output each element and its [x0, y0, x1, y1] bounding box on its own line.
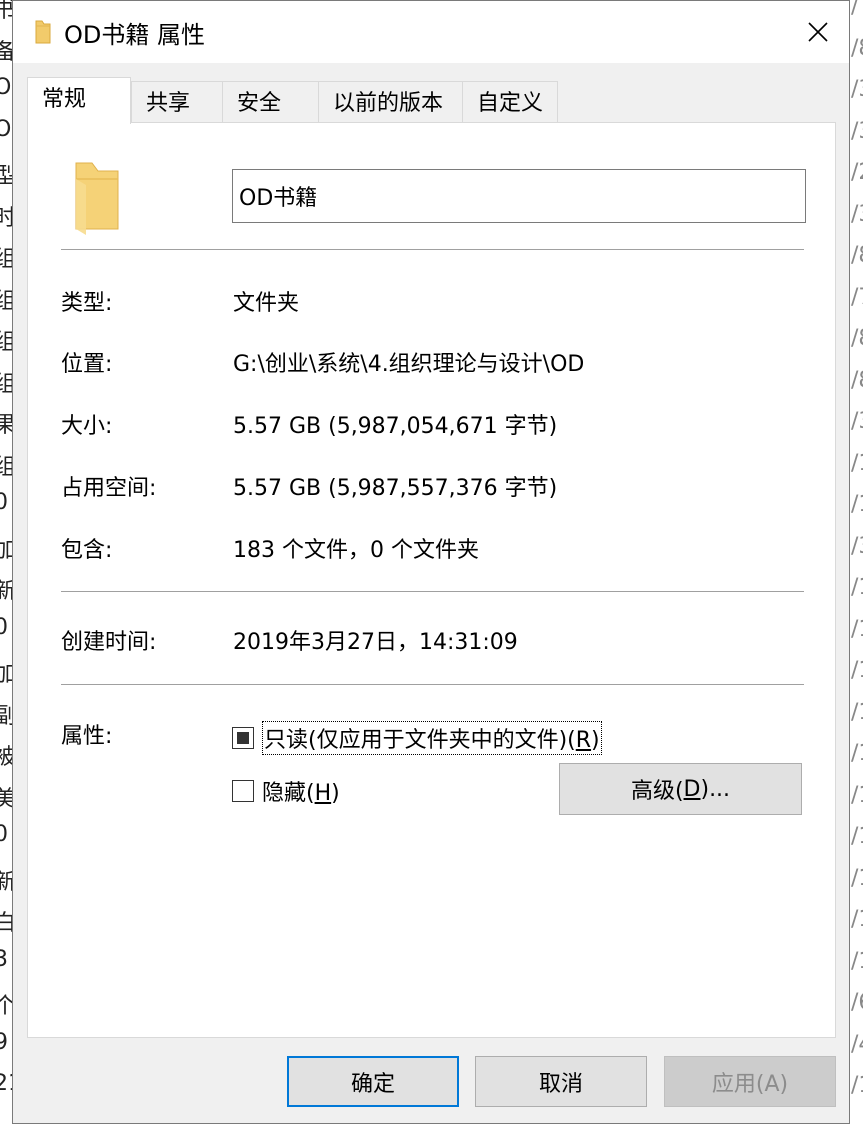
size-on-disk-label: 占用空间: — [61, 476, 157, 501]
folder-large-icon — [75, 162, 119, 235]
advanced-accesskey: D — [683, 776, 701, 802]
close-icon — [808, 22, 828, 42]
size-label: 大小: — [61, 414, 113, 439]
hidden-checkbox-row[interactable]: 隐藏(H) — [232, 775, 340, 807]
background-text-fragment: 0 — [0, 614, 8, 640]
background-text-fragment: /1 — [851, 699, 863, 725]
tab-label: 常规 — [42, 87, 87, 112]
size-on-disk-value: 5.57 GB (5,987,557,376 字节) — [233, 476, 558, 501]
properties-dialog: OD书籍 属性 常规 共享 安全 以前的版本 自定义 类型: 文件夹 位置: G… — [12, 0, 850, 1124]
created-label: 创建时间: — [61, 630, 157, 655]
background-text-fragment: /1 — [851, 1073, 863, 1098]
readonly-checkbox-row[interactable]: 只读(仅应用于文件夹中的文件)(R) — [232, 721, 602, 755]
background-text-fragment: /3 — [851, 77, 863, 102]
hidden-text: 隐藏( — [262, 781, 315, 806]
readonly-close: ) — [591, 728, 600, 753]
background-text-fragment: /1 — [851, 741, 863, 766]
separator — [61, 249, 804, 250]
background-text-fragment: /1 — [851, 824, 863, 849]
title-bar: OD书籍 属性 — [13, 1, 849, 63]
background-text-fragment: /1 — [851, 575, 863, 600]
background-text-fragment: /1 — [851, 492, 863, 517]
readonly-text: 只读(仅应用于文件夹中的文件)( — [264, 728, 576, 753]
background-text-fragment: /1 — [851, 907, 863, 932]
contains-label: 包含: — [61, 538, 113, 563]
background-text-fragment: /8 — [851, 243, 863, 268]
type-value: 文件夹 — [233, 291, 300, 316]
separator — [61, 684, 804, 685]
contains-value: 183 个文件，0 个文件夹 — [233, 538, 479, 563]
tab-sharing[interactable]: 共享 — [131, 81, 228, 123]
location-value: G:\创业\系统\4.组织理论与设计\OD — [233, 352, 585, 377]
readonly-checkbox[interactable] — [232, 727, 254, 749]
background-text-fragment: /2 — [851, 160, 863, 185]
background-text-fragment: /6 — [851, 990, 863, 1015]
hidden-close: ) — [331, 781, 340, 806]
background-text-fragment: /1 — [851, 948, 863, 974]
background-text-fragment: /1 — [851, 865, 863, 891]
background-text-fragment: /8 — [851, 35, 863, 61]
tab-security[interactable]: 安全 — [222, 81, 319, 123]
separator — [61, 591, 804, 592]
type-label: 类型: — [61, 291, 113, 316]
background-text-fragment: /1 — [851, 450, 863, 476]
background-text-fragment: /3 — [851, 118, 863, 144]
dialog-title: OD书籍 属性 — [64, 21, 205, 49]
background-text-fragment: /1 — [851, 782, 863, 808]
ok-button[interactable]: 确定 — [287, 1056, 459, 1107]
advanced-close: )... — [700, 776, 731, 802]
background-text-fragment: /3 — [851, 201, 863, 227]
background-text-fragment: /1 — [851, 616, 863, 642]
folder-icon — [35, 20, 51, 44]
cancel-button[interactable]: 取消 — [475, 1056, 647, 1107]
apply-label: 应用(A) — [711, 1071, 789, 1097]
background-text-fragment: 0 — [0, 822, 8, 847]
tab-label: 安全 — [237, 91, 282, 116]
hidden-accesskey: H — [314, 781, 332, 806]
advanced-text: 高级( — [630, 779, 684, 804]
close-button[interactable] — [787, 1, 849, 63]
background-text-fragment: 0 — [0, 490, 8, 515]
background-text-fragment: / — [851, 0, 859, 19]
background-window-right: / /8/3/3/2/3/8/7/8/8/3/1/1/3/1/1/1/1/1/1 /… — [851, 0, 863, 1135]
cancel-label: 取消 — [538, 1071, 583, 1097]
location-label: 位置: — [61, 352, 113, 377]
general-panel: 类型: 文件夹 位置: G:\创业\系统\4.组织理论与设计\OD 大小: 5.… — [27, 122, 836, 1038]
apply-button: 应用(A) — [664, 1056, 836, 1107]
readonly-label: 只读(仅应用于文件夹中的文件)(R) — [262, 721, 602, 755]
tab-label: 自定义 — [477, 91, 544, 116]
attributes-label: 属性: — [61, 724, 113, 749]
advanced-button[interactable]: 高级(D)... — [559, 763, 802, 815]
tab-general[interactable]: 常规 — [27, 77, 131, 124]
tab-label: 共享 — [146, 91, 191, 116]
background-text-fragment: /3 — [851, 533, 863, 559]
size-value: 5.57 GB (5,987,054,671 字节) — [233, 414, 558, 439]
ok-label: 确定 — [350, 1071, 395, 1097]
readonly-accesskey: R — [575, 728, 592, 753]
background-text-fragment: /7 — [851, 284, 863, 310]
background-text-fragment: /8 — [851, 367, 863, 393]
hidden-checkbox[interactable] — [232, 780, 254, 802]
tab-label: 以前的版本 — [333, 91, 444, 116]
tab-customize[interactable]: 自定义 — [462, 81, 558, 123]
background-text-fragment: /1 — [851, 658, 863, 683]
created-value: 2019年3月27日，14:31:09 — [233, 630, 518, 655]
background-text-fragment: /4 — [851, 1031, 863, 1057]
background-text-fragment: /8 — [851, 326, 863, 351]
tab-previous-versions[interactable]: 以前的版本 — [318, 81, 464, 123]
folder-name-input[interactable] — [232, 169, 806, 223]
background-text-fragment: /3 — [851, 409, 863, 434]
background-text-fragment: 9 — [0, 1029, 8, 1055]
background-text-fragment: 3 — [0, 946, 8, 972]
hidden-label: 隐藏(H) — [262, 775, 340, 807]
